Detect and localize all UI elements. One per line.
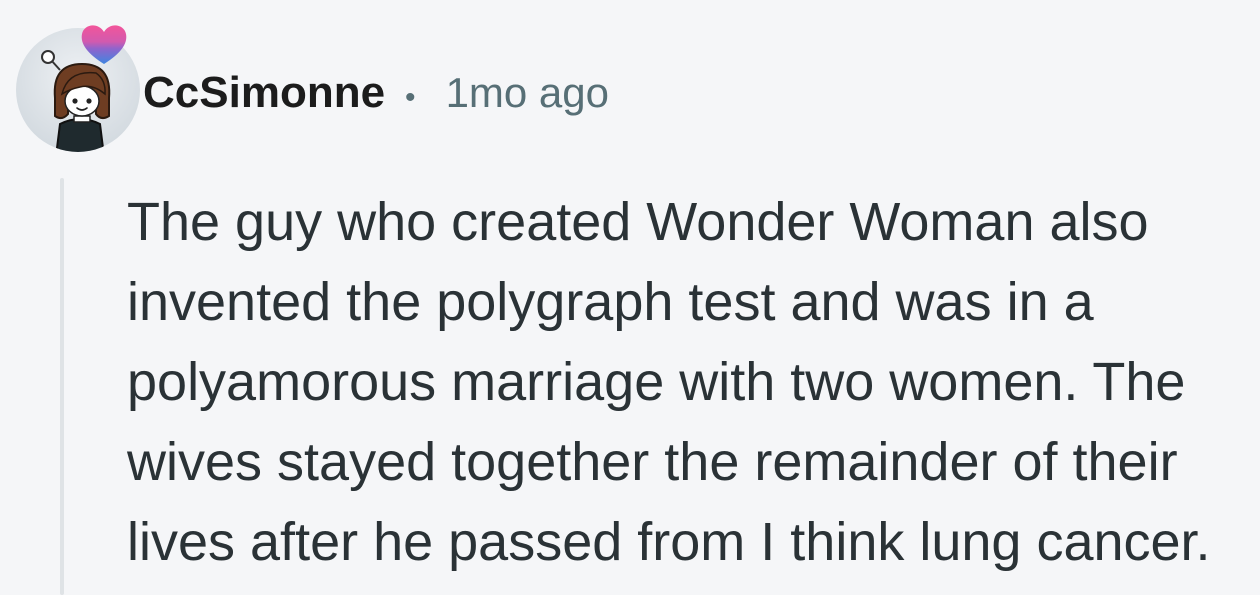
comment-text-line: The guy who created Wonder Woman also	[127, 192, 1149, 252]
comment-timestamp-link[interactable]: 1mo ago	[446, 65, 609, 121]
comment-text-line: wives stayed together the remainder of t…	[127, 432, 1178, 492]
comment-text-line: lives after he passed from I think lung …	[127, 512, 1211, 572]
author-username-link[interactable]: CcSimonne	[143, 65, 385, 121]
comment-text-line: polyamorous marriage with two women. The	[127, 352, 1186, 412]
comment-body: The guy who created Wonder Woman also in…	[127, 182, 1252, 582]
avatar-character	[53, 62, 111, 152]
meta-separator: •	[405, 81, 416, 114]
comment-header: CcSimonne • 1mo ago	[143, 65, 609, 126]
comment-text-line: invented the polygraph test and was in a	[127, 272, 1094, 332]
thread-collapse-line[interactable]	[60, 178, 64, 595]
